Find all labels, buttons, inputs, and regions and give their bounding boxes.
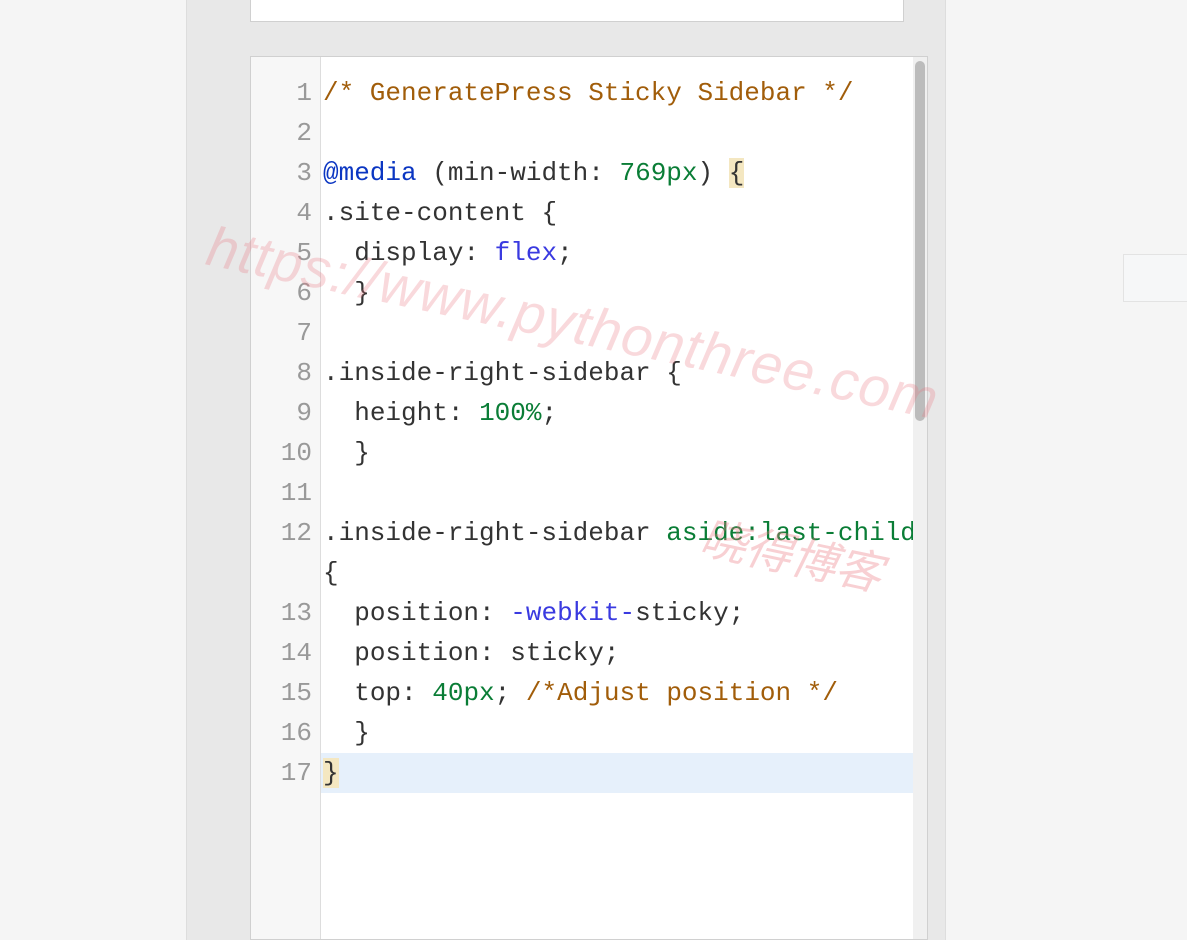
code-token: /* GeneratePress Sticky Sidebar */ (323, 78, 854, 108)
code-token: aside:last-child (666, 518, 931, 548)
right-panel-stub (1123, 254, 1187, 302)
code-token: 769px (620, 158, 698, 188)
code-token: : (479, 598, 510, 628)
code-token: flex (495, 238, 557, 268)
code-token: ; (604, 638, 620, 668)
line-number: 13 (251, 593, 320, 633)
code-token: } (323, 758, 339, 788)
code-line[interactable]: top: 40px; /*Adjust position */ (321, 673, 927, 713)
code-token: sticky (635, 598, 729, 628)
code-token (323, 598, 354, 628)
code-token: @media (323, 158, 417, 188)
code-token: : (448, 398, 479, 428)
code-editor[interactable]: 1234567891011121314151617 /* GeneratePre… (250, 56, 928, 940)
line-number: 17 (251, 753, 320, 793)
code-token: ; (557, 238, 573, 268)
code-line[interactable]: @media (min-width: 769px) { (321, 153, 927, 193)
code-content[interactable]: /* GeneratePress Sticky Sidebar */ @media… (321, 57, 927, 939)
code-token: ; (541, 398, 557, 428)
code-token: /*Adjust position */ (526, 678, 838, 708)
code-token: : (463, 238, 494, 268)
line-number-gutter: 1234567891011121314151617 (251, 57, 321, 939)
code-token: : (479, 638, 510, 668)
code-token: { (729, 158, 745, 188)
scrollbar-thumb[interactable] (915, 61, 925, 421)
code-token: } (354, 278, 370, 308)
code-token: : (401, 678, 432, 708)
code-token: 100% (479, 398, 541, 428)
code-token (323, 638, 354, 668)
code-line[interactable]: .inside-right-sidebar { (321, 353, 927, 393)
code-token: ( (417, 158, 448, 188)
code-token: ; (729, 598, 745, 628)
line-number: 7 (251, 313, 320, 353)
code-token: -webkit- (510, 598, 635, 628)
code-token: ) (698, 158, 729, 188)
code-token: { (323, 558, 339, 588)
line-number: 3 (251, 153, 320, 193)
code-token: } (354, 438, 370, 468)
code-token: : (588, 158, 619, 188)
line-number: 15 (251, 673, 320, 713)
code-token (323, 278, 354, 308)
code-token: position (354, 638, 479, 668)
line-number: 9 (251, 393, 320, 433)
code-line[interactable]: .inside-right-sidebar aside:last-child { (321, 513, 927, 593)
code-token: .inside-right-sidebar (323, 518, 666, 548)
scrollbar-track[interactable] (913, 57, 927, 939)
top-panel-stub (250, 0, 904, 22)
code-token (323, 398, 354, 428)
line-number: 12 (251, 513, 320, 593)
line-number: 1 (251, 73, 320, 113)
code-token: { (541, 198, 557, 228)
line-number: 8 (251, 353, 320, 393)
code-token: .site-content (323, 198, 541, 228)
line-number: 16 (251, 713, 320, 753)
line-number: 2 (251, 113, 320, 153)
code-line[interactable]: height: 100%; (321, 393, 927, 433)
line-number: 11 (251, 473, 320, 513)
code-line[interactable]: } (321, 713, 927, 753)
code-line[interactable] (321, 473, 927, 513)
code-line[interactable] (321, 113, 927, 153)
code-token: top (354, 678, 401, 708)
line-number: 10 (251, 433, 320, 473)
code-token: sticky (510, 638, 604, 668)
code-line[interactable]: } (321, 753, 927, 793)
line-number: 4 (251, 193, 320, 233)
line-number: 5 (251, 233, 320, 273)
code-token (323, 678, 354, 708)
code-token: ; (495, 678, 526, 708)
line-number: 6 (251, 273, 320, 313)
code-token: height (354, 398, 448, 428)
code-token (323, 438, 354, 468)
code-token: min-width (448, 158, 588, 188)
code-token: } (354, 718, 370, 748)
code-area[interactable]: 1234567891011121314151617 /* GeneratePre… (251, 57, 927, 939)
code-line[interactable]: } (321, 273, 927, 313)
code-line[interactable]: display: flex; (321, 233, 927, 273)
code-token: { (666, 358, 682, 388)
code-token (323, 238, 354, 268)
code-token: .inside-right-sidebar (323, 358, 666, 388)
code-line[interactable]: position: -webkit-sticky; (321, 593, 927, 633)
code-line[interactable]: /* GeneratePress Sticky Sidebar */ (321, 73, 927, 113)
code-token: position (354, 598, 479, 628)
line-number: 14 (251, 633, 320, 673)
code-line[interactable] (321, 313, 927, 353)
code-token: 40px (432, 678, 494, 708)
code-line[interactable]: position: sticky; (321, 633, 927, 673)
code-line[interactable]: .site-content { (321, 193, 927, 233)
code-token: display (354, 238, 463, 268)
code-token (323, 718, 354, 748)
code-line[interactable]: } (321, 433, 927, 473)
